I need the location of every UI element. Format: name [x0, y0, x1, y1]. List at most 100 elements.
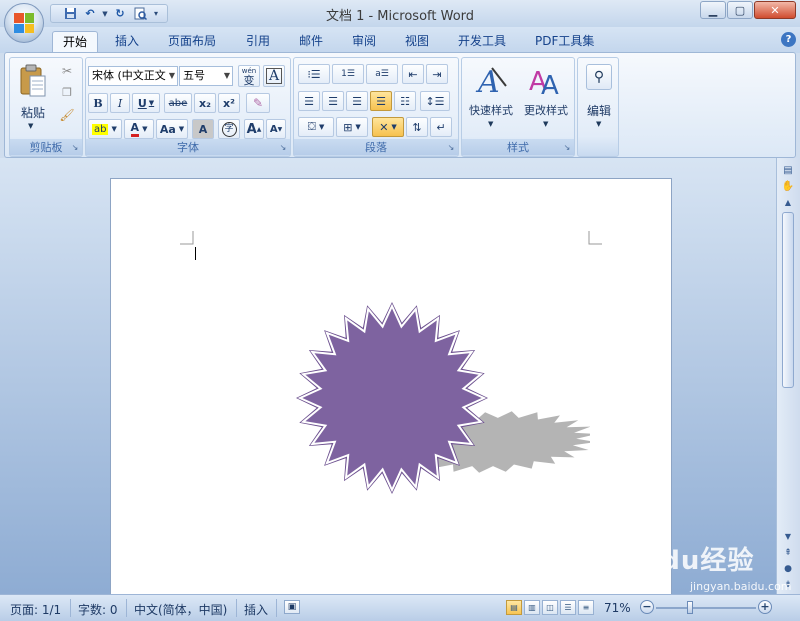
- shading-button[interactable]: ⛋ ▼: [298, 117, 334, 137]
- italic-button[interactable]: I: [110, 93, 130, 113]
- status-language[interactable]: 中文(简体，中国): [134, 601, 227, 618]
- show-hide-marks-button[interactable]: ↵: [430, 117, 452, 137]
- clear-format-button[interactable]: A: [263, 65, 285, 87]
- ribbon-tabs: 开始 插入 页面布局 引用 邮件 审阅 视图 开发工具 PDF工具集 ?: [0, 27, 800, 53]
- zoom-level[interactable]: 71%: [604, 601, 631, 615]
- align-left-button[interactable]: ☰: [298, 91, 320, 111]
- change-case-button[interactable]: Aa ▼: [156, 119, 188, 139]
- underline-label: U: [137, 96, 147, 110]
- tab-home[interactable]: 开始: [52, 31, 99, 53]
- strikethrough-button[interactable]: abe: [164, 93, 192, 113]
- numbering-button[interactable]: 1☰: [332, 64, 364, 84]
- full-screen-reading-view-button[interactable]: ▥: [524, 600, 540, 615]
- cut-button[interactable]: ✂: [58, 64, 76, 82]
- customize-qat-button[interactable]: ▾: [151, 6, 161, 22]
- previous-page-icon[interactable]: ⇞: [781, 546, 795, 560]
- shrink-font-button[interactable]: A ▼: [266, 119, 286, 139]
- zoom-slider-track[interactable]: [656, 607, 756, 609]
- highlighter-icon: ab: [92, 123, 109, 135]
- office-button[interactable]: [4, 3, 44, 43]
- clipboard-launcher-icon[interactable]: ↘: [70, 143, 80, 153]
- font-launcher-icon[interactable]: ↘: [278, 143, 288, 153]
- select-browse-object-icon[interactable]: ●: [781, 562, 795, 576]
- save-button[interactable]: [61, 6, 79, 22]
- asian-layout-button[interactable]: ✕ ▼: [372, 117, 404, 137]
- sort-button[interactable]: ⇅: [406, 117, 428, 137]
- chevron-down-icon: ▼: [148, 99, 155, 107]
- styles-launcher-icon[interactable]: ↘: [562, 143, 572, 153]
- status-page[interactable]: 页面: 1/1: [10, 601, 61, 618]
- bold-button[interactable]: B: [88, 93, 108, 113]
- justify-button[interactable]: ☰: [370, 91, 392, 111]
- distribute-icon: ☷: [400, 94, 410, 108]
- pan-hand-icon[interactable]: ✋: [781, 180, 795, 194]
- vertical-scrollbar[interactable]: ▤ ✋ ▲ ▼ ⇞ ● ⇟: [776, 158, 800, 594]
- align-right-button[interactable]: ☰: [346, 91, 368, 111]
- undo-dropdown[interactable]: ▼: [101, 6, 109, 22]
- borders-button[interactable]: ⊞ ▼: [336, 117, 368, 137]
- maximize-button[interactable]: ▢: [727, 1, 753, 19]
- status-separator: [236, 599, 237, 617]
- scroll-up-icon[interactable]: ▲: [781, 196, 795, 210]
- phonetic-guide-button[interactable]: wén 变: [238, 65, 260, 87]
- zoom-out-button[interactable]: −: [640, 600, 654, 614]
- chevron-down-icon: ▼: [168, 71, 175, 80]
- web-layout-view-button[interactable]: ◫: [542, 600, 558, 615]
- macro-record-icon[interactable]: ▣: [284, 600, 300, 614]
- tab-mailings[interactable]: 邮件: [289, 31, 333, 53]
- superscript-button[interactable]: x²: [218, 93, 240, 113]
- clear-formatting-button[interactable]: ✎: [246, 93, 270, 113]
- chevron-down-icon: ▼: [355, 123, 361, 131]
- tab-page-layout[interactable]: 页面布局: [158, 31, 226, 53]
- highlight-button[interactable]: ab ▼: [88, 119, 122, 139]
- editing-button[interactable]: ⚲ 编辑 ▼: [580, 60, 618, 150]
- zoom-slider-thumb[interactable]: [686, 601, 693, 614]
- font-size-combo[interactable]: 五号 ▼: [179, 66, 233, 86]
- increase-indent-button[interactable]: ⇥: [426, 64, 448, 84]
- line-spacing-button[interactable]: ↕☰: [420, 91, 450, 111]
- quick-styles-button[interactable]: A 快速样式 ▼: [464, 60, 518, 134]
- font-color-button[interactable]: A ▼: [124, 119, 154, 139]
- scroll-down-icon[interactable]: ▼: [781, 530, 795, 544]
- close-button[interactable]: ✕: [754, 1, 796, 19]
- paste-label: 粘贴: [20, 106, 45, 120]
- subscript-button[interactable]: x₂: [194, 93, 216, 113]
- format-painter-button[interactable]: 🖌: [58, 108, 76, 126]
- status-word-count[interactable]: 字数: 0: [78, 601, 118, 618]
- tab-insert[interactable]: 插入: [105, 31, 149, 53]
- font-name-combo[interactable]: 宋体 (中文正文 ▼: [88, 66, 178, 86]
- tab-references[interactable]: 引用: [236, 31, 280, 53]
- tab-pdf-tools[interactable]: PDF工具集: [525, 31, 604, 53]
- enclose-characters-button[interactable]: 字: [218, 119, 240, 139]
- align-center-button[interactable]: ☰: [322, 91, 344, 111]
- starburst-shape[interactable]: [290, 298, 590, 504]
- print-layout-view-button[interactable]: ▤: [506, 600, 522, 615]
- outline-view-button[interactable]: ☰: [560, 600, 576, 615]
- scroll-thumb[interactable]: [782, 212, 794, 388]
- paste-button[interactable]: 粘贴 ▼: [14, 62, 52, 134]
- status-separator: [276, 599, 277, 617]
- help-button[interactable]: ?: [781, 32, 796, 47]
- tab-developer[interactable]: 开发工具: [448, 31, 516, 53]
- grow-font-button[interactable]: A ▲: [244, 119, 264, 139]
- print-preview-button[interactable]: [131, 6, 149, 22]
- zoom-in-button[interactable]: +: [758, 600, 772, 614]
- change-styles-button[interactable]: A A 更改样式 ▼: [519, 60, 573, 134]
- distribute-button[interactable]: ☷: [394, 91, 416, 111]
- ruler-toggle-icon[interactable]: ▤: [781, 164, 795, 178]
- redo-button[interactable]: ↻: [111, 6, 129, 22]
- tab-view[interactable]: 视图: [395, 31, 439, 53]
- copy-button[interactable]: ❐: [58, 86, 76, 104]
- draft-view-button[interactable]: ≡: [578, 600, 594, 615]
- paragraph-launcher-icon[interactable]: ↘: [446, 143, 456, 153]
- bullets-button[interactable]: ⁝☰: [298, 64, 330, 84]
- character-shading-button[interactable]: A: [192, 119, 214, 139]
- undo-button[interactable]: ↶: [81, 6, 99, 22]
- decrease-indent-button[interactable]: ⇤: [402, 64, 424, 84]
- tab-review[interactable]: 审阅: [342, 31, 386, 53]
- minimize-button[interactable]: ▁: [700, 1, 726, 19]
- change-styles-label: 更改样式: [524, 104, 568, 117]
- underline-button[interactable]: U ▼: [132, 93, 160, 113]
- multilevel-list-button[interactable]: a☰: [366, 64, 398, 84]
- status-insert-mode[interactable]: 插入: [244, 601, 268, 618]
